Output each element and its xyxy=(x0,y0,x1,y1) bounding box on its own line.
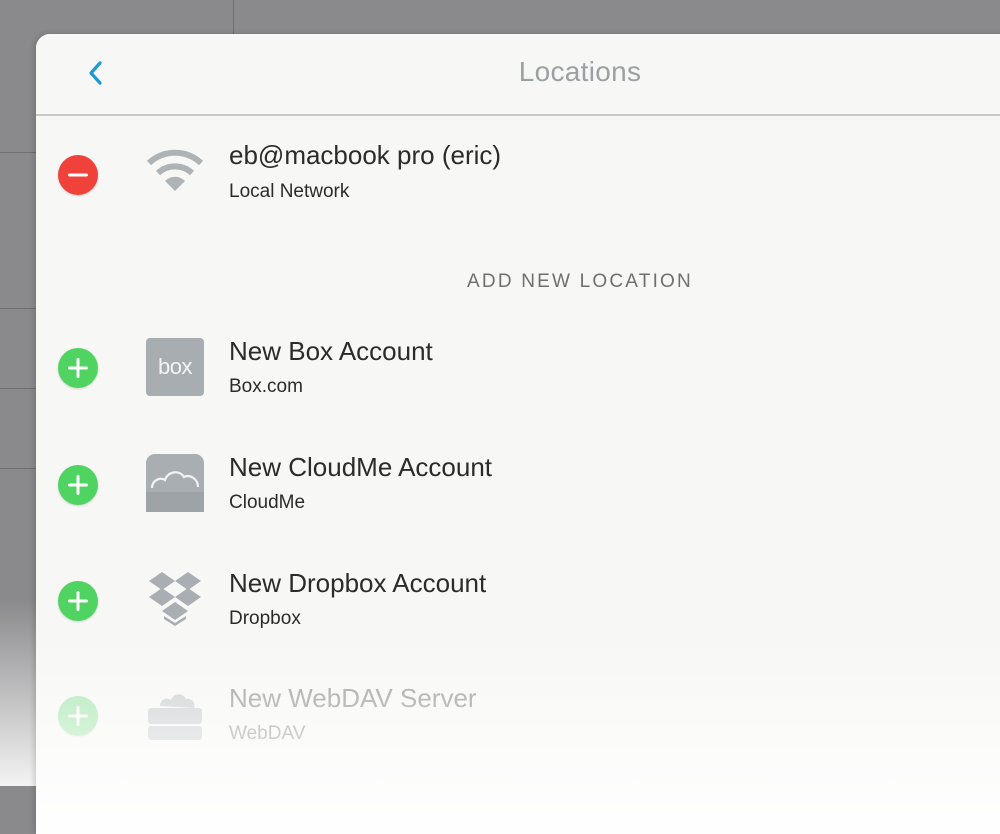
box-logo-text: box xyxy=(158,354,192,379)
location-subtitle: Local Network xyxy=(229,181,350,202)
location-title: New WebDAV Server xyxy=(229,683,477,713)
background-divider xyxy=(0,468,36,469)
background-divider xyxy=(0,388,36,389)
location-row-box[interactable]: box New Box Account Box.com xyxy=(36,318,1000,418)
background-divider xyxy=(0,152,36,153)
box-logo-icon: box xyxy=(146,338,204,396)
minus-icon xyxy=(68,173,88,177)
add-cloudme-account-button[interactable] xyxy=(58,465,98,505)
background-divider xyxy=(233,0,234,34)
background-fade xyxy=(0,600,36,786)
location-title: eb@macbook pro (eric) xyxy=(229,140,502,170)
add-dropbox-account-button[interactable] xyxy=(58,581,98,621)
background-divider xyxy=(0,308,36,309)
page-title: Locations xyxy=(518,56,642,87)
plus-icon xyxy=(68,358,88,378)
navigation-bar: Locations xyxy=(36,34,1000,116)
location-subtitle: CloudMe xyxy=(229,492,306,513)
location-subtitle: WebDAV xyxy=(229,723,306,744)
location-title: New Dropbox Account xyxy=(229,568,487,598)
location-title: New Box Account xyxy=(229,336,433,366)
plus-icon xyxy=(68,706,88,726)
wifi-icon xyxy=(146,149,204,191)
location-row-local-network[interactable]: eb@macbook pro (eric) Local Network xyxy=(36,124,1000,224)
section-header-add-new-location: ADD NEW LOCATION xyxy=(467,271,693,292)
remove-location-button[interactable] xyxy=(58,155,98,195)
location-subtitle: Dropbox xyxy=(229,608,301,629)
locations-sheet: Locations eb@macbook pro (eric) Local Ne… xyxy=(36,34,1000,834)
plus-icon xyxy=(68,591,88,611)
cloudme-icon xyxy=(146,454,204,512)
location-subtitle: Box.com xyxy=(229,376,303,397)
location-row-dropbox[interactable]: New Dropbox Account Dropbox xyxy=(36,550,1000,650)
location-row-cloudme[interactable]: New CloudMe Account CloudMe xyxy=(36,434,1000,534)
plus-icon xyxy=(68,475,88,495)
webdav-server-icon xyxy=(148,694,202,740)
add-webdav-server-button[interactable] xyxy=(58,696,98,736)
dropbox-icon xyxy=(149,572,201,626)
location-row-webdav[interactable]: New WebDAV Server WebDAV xyxy=(36,666,1000,766)
add-box-account-button[interactable] xyxy=(58,348,98,388)
location-title: New CloudMe Account xyxy=(229,452,493,482)
